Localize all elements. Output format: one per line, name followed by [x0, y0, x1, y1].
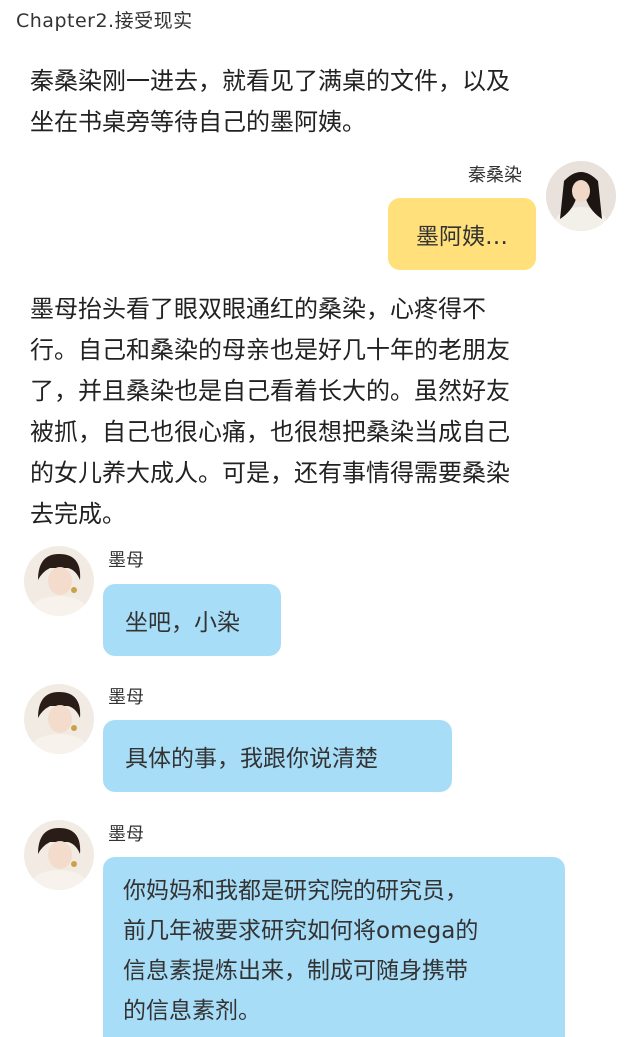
narration-line: 坐在书桌旁等待自己的墨阿姨。: [30, 108, 366, 136]
avatar-mo-mu: [24, 820, 94, 890]
narration-line: 的女儿养大成人。可是，还有事情得需要桑染: [30, 459, 510, 487]
message-bubble-left: 具体的事，我跟你说清楚: [103, 720, 452, 792]
avatar-mo-mu: [24, 546, 94, 616]
speaker-name: 秦桑染: [468, 165, 522, 186]
speaker-name: 墨母: [108, 687, 144, 708]
message-bubble-right: 墨阿姨…: [388, 198, 536, 270]
message-bubble-left: 你妈妈和我都是研究院的研究员， 前几年被要求研究如何将omega的 信息素提炼出…: [103, 857, 565, 1037]
message-line: 你妈妈和我都是研究院的研究员，: [123, 878, 468, 904]
narration-line: 行。自己和桑染的母亲也是好几十年的老朋友: [30, 336, 510, 364]
message-text: 坐吧，小染: [125, 610, 240, 636]
narration-line: 了，并且桑染也是自己看着长大的。虽然好友: [30, 377, 510, 405]
message-bubble-left: 坐吧，小染: [103, 584, 281, 656]
message-text: 墨阿姨…: [416, 224, 508, 250]
chapter-title: Chapter2.接受现实: [16, 10, 193, 32]
narration-paragraph-2: 墨母抬头看了眼双眼通红的桑染，心疼得不 行。自己和桑染的母亲也是好几十年的老朋友…: [30, 289, 610, 535]
message-line: 前几年被要求研究如何将omega的: [123, 918, 479, 944]
narration-line: 墨母抬头看了眼双眼通红的桑染，心疼得不: [30, 295, 486, 323]
speaker-name: 墨母: [108, 550, 144, 571]
speaker-name: 墨母: [108, 824, 144, 845]
narration-line: 被抓，自己也很心痛，也很想把桑染当成自己: [30, 418, 510, 446]
message-line: 的信息素剂。: [123, 998, 261, 1024]
narration-line: 秦桑染刚一进去，就看见了满桌的文件，以及: [30, 67, 510, 95]
avatar-mo-mu: [24, 684, 94, 754]
message-line: 信息素提炼出来，制成可随身携带: [123, 958, 468, 984]
avatar-qin-sangran: [546, 161, 616, 231]
message-text: 具体的事，我跟你说清楚: [125, 746, 378, 772]
narration-paragraph-1: 秦桑染刚一进去，就看见了满桌的文件，以及 坐在书桌旁等待自己的墨阿姨。: [30, 61, 610, 143]
narration-line: 去完成。: [30, 500, 126, 528]
